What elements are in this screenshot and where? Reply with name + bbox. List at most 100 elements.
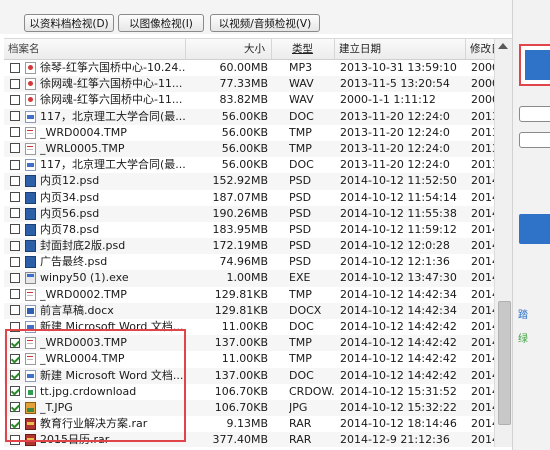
- file-row[interactable]: tt.jpg.crdownload 106.70KB CRDOW... 2014-10…: [4, 383, 504, 400]
- row-checkbox[interactable]: [10, 418, 20, 429]
- file-size-cell: 152.92MB: [212, 174, 268, 188]
- recover-button[interactable]: [519, 44, 550, 86]
- file-row[interactable]: 前言草稿.docx 129.81KB DOCX 2014-10-12 14:42:34…: [4, 302, 504, 319]
- row-checkbox[interactable]: [10, 434, 20, 445]
- row-checkbox[interactable]: [10, 240, 20, 251]
- file-type-cell: WAV: [289, 93, 314, 107]
- file-size-cell: 190.26MB: [212, 206, 268, 220]
- doc-view-button[interactable]: 以资料档检视(D): [24, 14, 114, 32]
- file-row[interactable]: 广告最终.psd 74.96MB PSD 2014-10-12 12:1:36 2014: [4, 254, 504, 271]
- file-type-cell: TMP: [289, 141, 312, 155]
- file-size-cell: 1.00MB: [226, 271, 268, 285]
- file-type-cell: PSD: [289, 190, 312, 204]
- row-checkbox[interactable]: [10, 321, 20, 332]
- column-header-created[interactable]: 建立日期: [335, 39, 466, 59]
- file-size-cell: 187.07MB: [212, 190, 268, 204]
- row-checkbox[interactable]: [10, 337, 20, 348]
- row-checkbox[interactable]: [10, 386, 20, 397]
- column-header-name[interactable]: 档案名: [4, 39, 186, 59]
- audio-file-icon: [25, 62, 36, 74]
- file-size-cell: 183.95MB: [212, 222, 268, 236]
- file-type-cell: PSD: [289, 174, 312, 188]
- file-type-cell: EXE: [289, 271, 311, 285]
- row-checkbox[interactable]: [10, 272, 20, 283]
- row-checkbox[interactable]: [10, 94, 20, 105]
- file-type-cell: MP3: [289, 61, 313, 74]
- file-row[interactable]: _WRD0003.TMP 137.00KB TMP 2014-10-12 14:42:…: [4, 335, 504, 352]
- file-size-cell: 137.00KB: [214, 336, 268, 350]
- file-row[interactable]: 新建 Microsoft Word 文档... 11.00KB DOC 2014-10…: [4, 319, 504, 336]
- file-row[interactable]: 内页34.psd 187.07MB PSD 2014-10-12 11:54:14 20…: [4, 189, 504, 206]
- row-checkbox[interactable]: [10, 127, 20, 138]
- side-panel-button-2[interactable]: [519, 132, 550, 148]
- file-size-cell: 56.00KB: [221, 158, 268, 172]
- file-row[interactable]: 117，北京理工大学合同(最... 56.00KB DOC 2013-11-20 12…: [4, 157, 504, 174]
- row-checkbox[interactable]: [10, 208, 20, 219]
- row-checkbox[interactable]: [10, 111, 20, 122]
- side-panel-link-2[interactable]: 绿: [518, 330, 528, 345]
- row-checkbox[interactable]: [10, 402, 20, 413]
- file-row[interactable]: 内页78.psd 183.95MB PSD 2014-10-12 11:59:12 20…: [4, 221, 504, 239]
- file-row[interactable]: _WRL0004.TMP 11.00KB TMP 2014-10-12 14:42:4…: [4, 351, 504, 368]
- file-row[interactable]: _T.JPG 106.70KB JPG 2014-10-12 15:32:22 2014: [4, 399, 504, 417]
- side-panel-action-button[interactable]: [519, 214, 550, 244]
- row-checkbox[interactable]: [10, 143, 20, 154]
- file-created-cell: 2014-10-12 11:55:38: [340, 206, 457, 220]
- image-view-button[interactable]: 以图像检视(I): [118, 14, 204, 32]
- file-row[interactable]: 内页12.psd 152.92MB PSD 2014-10-12 11:52:50 20…: [4, 173, 504, 190]
- scroll-up-arrow-icon[interactable]: [498, 43, 508, 49]
- file-created-cell: 2013-10-31 13:59:10: [340, 61, 457, 74]
- file-name-cell: 内页78.psd: [40, 222, 100, 236]
- vertical-scrollbar[interactable]: [494, 39, 512, 447]
- row-checkbox[interactable]: [10, 305, 20, 316]
- file-row[interactable]: _WRD0004.TMP 56.00KB TMP 2013-11-20 12:24:0…: [4, 124, 504, 141]
- file-row[interactable]: 内页56.psd 190.26MB PSD 2014-10-12 11:55:38 20…: [4, 205, 504, 222]
- file-name-cell: winpy50 (1).exe: [40, 271, 129, 285]
- row-checkbox[interactable]: [10, 192, 20, 202]
- file-name-cell: _WRL0004.TMP: [40, 352, 125, 366]
- psd-file-icon: [25, 223, 36, 236]
- file-row[interactable]: 徐网魂-红筝六国桥中心-11... 77.33MB WAV 2013-11-5 13:…: [4, 76, 504, 93]
- row-checkbox[interactable]: [10, 224, 20, 235]
- row-checkbox[interactable]: [10, 256, 20, 267]
- row-checkbox[interactable]: [10, 175, 20, 186]
- file-created-cell: 2000-1-1 1:11:12: [340, 93, 436, 107]
- file-row[interactable]: 117，北京理工大学合同(最... 56.00KB DOC 2013-11-20 12…: [4, 108, 504, 125]
- audio-file-icon: [25, 94, 36, 107]
- file-row[interactable]: _WRL0005.TMP 56.00KB TMP 2013-11-20 12:24:0…: [4, 140, 504, 158]
- view-toolbar: 以资料档检视(D) 以图像检视(I) 以视频/音频检视(V): [0, 0, 512, 34]
- file-type-cell: PSD: [289, 206, 312, 220]
- row-checkbox[interactable]: [10, 289, 20, 300]
- file-row[interactable]: 徐琴-红筝六国桥中心-10.24... 60.00MB MP3 2013-10-31 …: [4, 60, 504, 77]
- side-panel-link-1[interactable]: 踏: [518, 306, 528, 321]
- file-size-cell: 377.40MB: [212, 433, 268, 447]
- scrollbar-thumb[interactable]: [498, 301, 511, 425]
- file-row[interactable]: 教育行业解决方案.rar 9.13MB RAR 2014-10-12 18:14:46…: [4, 416, 504, 433]
- row-checkbox[interactable]: [10, 353, 20, 364]
- column-header-size[interactable]: 大小: [186, 39, 272, 59]
- file-row[interactable]: winpy50 (1).exe 1.00MB EXE 2014-10-12 13:47…: [4, 270, 504, 287]
- file-size-cell: 129.81KB: [214, 303, 268, 317]
- tmp-file-icon: [25, 126, 36, 139]
- file-created-cell: 2014-10-12 14:42:42: [340, 368, 457, 382]
- file-row[interactable]: 新建 Microsoft Word 文档... 137.00KB DOC 2014-1…: [4, 367, 504, 384]
- file-name-cell: 2015日历.rar: [40, 433, 110, 447]
- row-checkbox[interactable]: [10, 62, 20, 73]
- file-type-cell: WAV: [289, 77, 314, 91]
- column-header-type[interactable]: 类型: [272, 39, 335, 59]
- media-view-button[interactable]: 以视频/音频检视(V): [210, 14, 320, 32]
- side-panel-button-1[interactable]: [519, 106, 550, 122]
- file-row[interactable]: 2015日历.rar 377.40MB RAR 2014-12-9 21:12:36 2…: [4, 432, 504, 447]
- file-name-cell: _WRD0002.TMP: [40, 287, 127, 301]
- row-checkbox[interactable]: [10, 159, 20, 170]
- file-size-cell: 56.00KB: [221, 109, 268, 123]
- file-row[interactable]: 徐网魂-红筝六国桥中心-11... 83.82MB WAV 2000-1-1 1:11…: [4, 92, 504, 109]
- row-checkbox[interactable]: [10, 78, 20, 89]
- tmp-file-icon: [25, 353, 36, 366]
- file-size-cell: 137.00KB: [214, 368, 268, 382]
- file-row[interactable]: 封面封底2版.psd 172.19MB PSD 2014-10-12 12:0:28 2…: [4, 238, 504, 255]
- psd-file-icon: [25, 191, 36, 204]
- docx-file-icon: [25, 304, 36, 317]
- row-checkbox[interactable]: [10, 370, 20, 381]
- file-row[interactable]: _WRD0002.TMP 129.81KB TMP 2014-10-12 14:42:…: [4, 286, 504, 303]
